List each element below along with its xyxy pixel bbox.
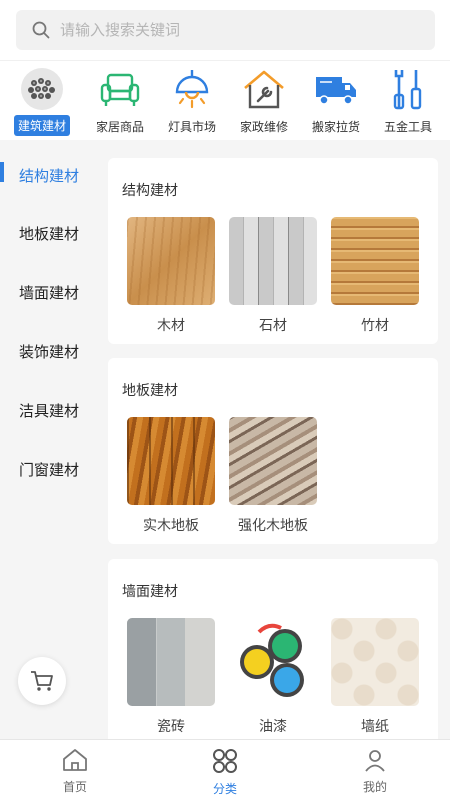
- tab-category[interactable]: 分类: [185, 740, 265, 800]
- sidebar-item-structural[interactable]: 结构建材: [0, 141, 100, 187]
- sidebar-item-wall[interactable]: 墙面建材: [0, 272, 100, 312]
- house-wrench-icon: [242, 67, 286, 111]
- product-tile-wood[interactable]: 木材: [126, 217, 216, 335]
- section-title: 地板建材: [122, 383, 178, 399]
- solid-wood-floor-image: [127, 417, 215, 505]
- category-label: 家政维修: [239, 120, 288, 134]
- product-tile-stone[interactable]: 石材: [228, 217, 318, 335]
- sidebar-item-flooring[interactable]: 地板建材: [0, 213, 100, 253]
- product-tile-paint[interactable]: 油漆: [228, 618, 318, 736]
- product-tile-laminate-floor[interactable]: 强化木地板: [228, 417, 318, 535]
- category-label: 五金工具: [383, 120, 432, 134]
- tab-home[interactable]: 首页: [35, 740, 115, 800]
- sidebar-item-label: 装饰建材: [19, 342, 80, 361]
- ceramic-tile-image: [127, 618, 215, 706]
- user-icon: [365, 750, 385, 772]
- category-label: 家居商品: [95, 120, 144, 134]
- sidebar-item-sanitary[interactable]: 洁具建材: [0, 390, 100, 430]
- tab-label: 我的: [362, 780, 387, 794]
- category-label: 建筑建材: [13, 115, 70, 136]
- product-name: 石材: [259, 318, 287, 334]
- product-name: 瓷砖: [157, 719, 185, 735]
- sidebar-item-doors-windows[interactable]: 门窗建材: [0, 449, 100, 489]
- sidebar-item-label: 结构建材: [19, 167, 80, 185]
- sidebar-item-label: 地板建材: [19, 224, 80, 243]
- category-building-materials[interactable]: 建筑建材: [6, 61, 78, 141]
- product-name: 木材: [157, 318, 185, 334]
- product-name: 强化木地板: [238, 518, 308, 534]
- category-icon: [213, 749, 237, 773]
- cart-icon: [31, 671, 53, 691]
- category-home-goods[interactable]: 家居商品: [84, 61, 156, 141]
- product-tile-bamboo[interactable]: 竹材: [330, 217, 420, 335]
- tab-profile[interactable]: 我的: [335, 740, 415, 800]
- category-lighting[interactable]: 灯具市场: [156, 61, 228, 141]
- category-housekeeping-repair[interactable]: 家政维修: [228, 61, 300, 141]
- category-moving[interactable]: 搬家拉货: [300, 61, 372, 141]
- product-name: 墙纸: [361, 719, 389, 735]
- product-name: 竹材: [361, 318, 389, 334]
- search-icon: [32, 21, 50, 39]
- search-input[interactable]: [60, 21, 390, 39]
- product-name: 油漆: [259, 719, 287, 735]
- wood-image: [127, 217, 215, 305]
- search-bar[interactable]: [16, 10, 435, 50]
- category-strip: 建筑建材 家居商品 灯具市场 家政维修 搬家拉货 五金工具: [0, 60, 450, 140]
- section-wall: 墙面建材 瓷砖 油漆 墙纸: [108, 559, 438, 759]
- section-flooring: 地板建材 实木地板 强化木地板: [108, 358, 438, 544]
- home-icon: [63, 749, 87, 771]
- sidebar-item-label: 墙面建材: [19, 283, 80, 302]
- product-tile-wallpaper[interactable]: 墙纸: [330, 618, 420, 736]
- section-title: 墙面建材: [122, 584, 178, 600]
- sidebar-item-label: 洁具建材: [19, 401, 80, 420]
- sofa-icon: [98, 67, 142, 111]
- truck-icon: [314, 67, 358, 111]
- top-bar: [0, 0, 450, 60]
- category-hardware-tools[interactable]: 五金工具: [372, 61, 444, 141]
- tab-label: 首页: [62, 780, 87, 794]
- tab-label: 分类: [212, 782, 237, 796]
- tools-icon: [386, 67, 430, 111]
- laminate-floor-image: [229, 417, 317, 505]
- wallpaper-image: [331, 618, 419, 706]
- product-name: 实木地板: [143, 518, 199, 534]
- sidebar-item-decoration[interactable]: 装饰建材: [0, 331, 100, 371]
- bottom-nav: 首页 分类 我的: [0, 739, 450, 800]
- section-title: 结构建材: [122, 183, 178, 199]
- sidebar-item-label: 门窗建材: [19, 460, 80, 479]
- paint-cans-image: [229, 618, 317, 706]
- bamboo-image: [331, 217, 419, 305]
- product-tile-ceramic-tile[interactable]: 瓷砖: [126, 618, 216, 736]
- section-structural: 结构建材 木材 石材 竹材: [108, 158, 438, 344]
- lamp-icon: [170, 67, 214, 111]
- rebar-bundle-icon: [20, 67, 64, 111]
- stone-image: [229, 217, 317, 305]
- cart-button[interactable]: [18, 657, 66, 705]
- category-label: 搬家拉货: [311, 120, 360, 134]
- product-tile-solid-wood-floor[interactable]: 实木地板: [126, 417, 216, 535]
- sidebar: 结构建材 地板建材 墙面建材 装饰建材 洁具建材 门窗建材: [0, 141, 100, 739]
- category-label: 灯具市场: [167, 120, 216, 134]
